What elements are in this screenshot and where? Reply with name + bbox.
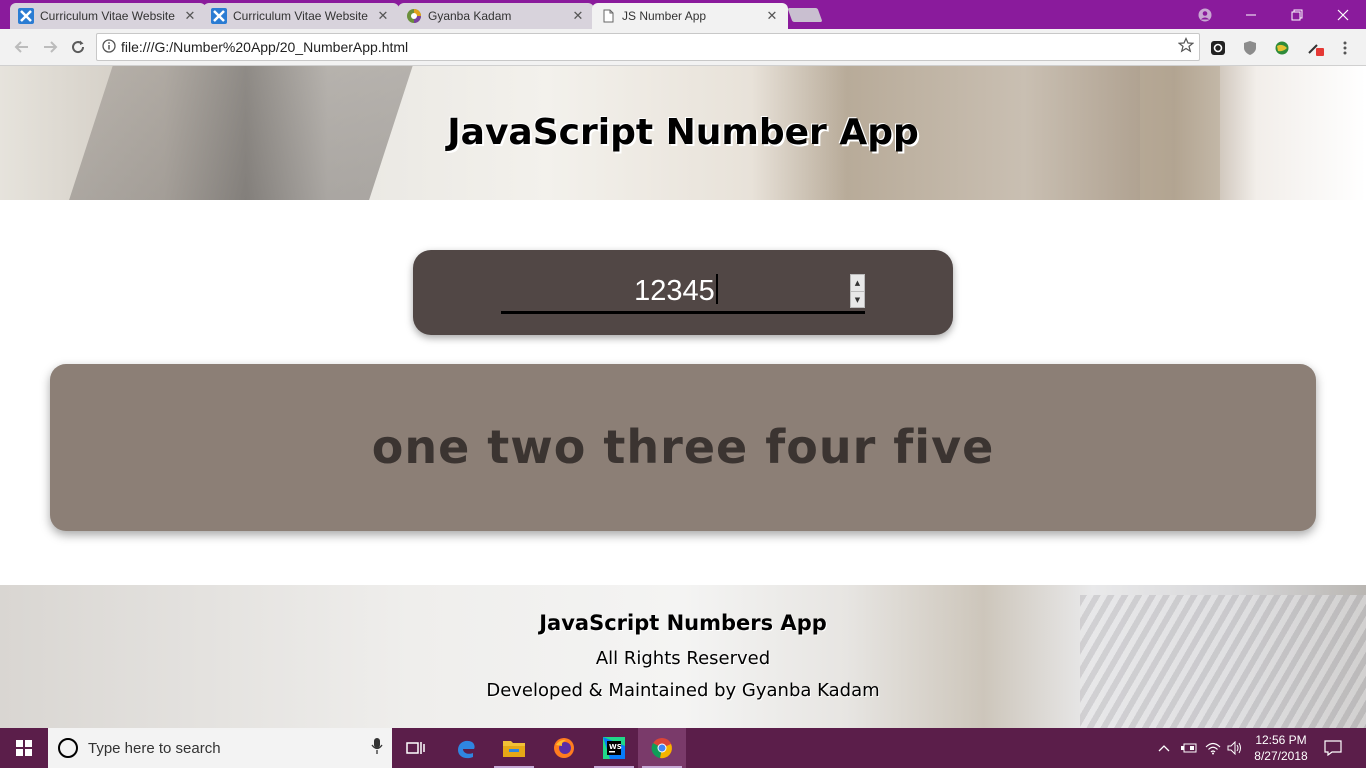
minimize-icon[interactable]: [1228, 0, 1274, 29]
footer-credit: Developed & Maintained by Gyanba Kadam: [486, 680, 880, 701]
clock-date: 8/27/2018: [1254, 749, 1308, 763]
firefox-icon[interactable]: [540, 728, 588, 768]
footer: JavaScript Numbers App All Rights Reserv…: [0, 585, 1366, 728]
number-in-words: one two three four five: [371, 420, 995, 474]
webstorm-icon[interactable]: WS: [590, 728, 638, 768]
menu-dots-icon[interactable]: [1335, 38, 1355, 58]
address-bar[interactable]: file:///G:/Number%20App/20_NumberApp.htm…: [96, 33, 1200, 61]
close-window-icon[interactable]: [1320, 0, 1366, 29]
x-logo-icon: [211, 8, 227, 24]
start-button[interactable]: [0, 728, 48, 768]
show-hidden-icons-icon[interactable]: [1154, 728, 1174, 768]
back-arrow-icon[interactable]: [10, 35, 34, 59]
text-caret: [715, 274, 718, 304]
number-spinner[interactable]: ▲ ▼: [850, 274, 865, 308]
tab-js-number-app[interactable]: JS Number App ✕: [592, 3, 788, 29]
task-view-icon[interactable]: [392, 728, 440, 768]
number-input-value: 12345: [634, 275, 715, 307]
page-title: JavaScript Number App: [447, 112, 919, 153]
globe-extension-icon[interactable]: [1272, 38, 1292, 58]
page-icon: [600, 8, 616, 24]
page-viewport: JavaScript Number App 12345 ▲ ▼ one two …: [0, 66, 1366, 728]
url-text[interactable]: file:///G:/Number%20App/20_NumberApp.htm…: [121, 39, 1173, 55]
tab-title: Gyanba Kadam: [428, 9, 512, 23]
battery-icon[interactable]: [1178, 728, 1200, 768]
tab-curriculum-vitae-2[interactable]: Curriculum Vitae Website ✕: [203, 3, 399, 29]
close-tab-icon[interactable]: ✕: [375, 8, 391, 24]
x-logo-icon: [18, 8, 34, 24]
eyedropper-extension-icon[interactable]: [1305, 38, 1325, 58]
tab-curriculum-vitae-1[interactable]: Curriculum Vitae Website ✕: [10, 3, 206, 29]
colorful-circle-icon: [406, 8, 422, 24]
cortana-icon: [58, 738, 78, 758]
tab-title: Curriculum Vitae Website: [233, 9, 368, 23]
close-tab-icon[interactable]: ✕: [764, 8, 780, 24]
clock-time: 12:56 PM: [1255, 733, 1307, 747]
tab-gyanba-kadam[interactable]: Gyanba Kadam ✕: [398, 3, 594, 29]
spinner-down-icon[interactable]: ▼: [851, 291, 864, 308]
spinner-up-icon[interactable]: ▲: [851, 275, 864, 291]
windows-logo-icon: [16, 740, 32, 756]
bookmark-star-icon[interactable]: [1173, 37, 1199, 57]
taskbar-search-box[interactable]: Type here to search: [48, 728, 392, 768]
footer-rights: All Rights Reserved: [595, 648, 771, 669]
windows-taskbar: Type here to search WS 12:56 PM 8/27/201…: [0, 728, 1366, 768]
output-card: one two three four five: [50, 364, 1316, 531]
close-tab-icon[interactable]: ✕: [182, 8, 198, 24]
restore-icon[interactable]: [1274, 0, 1320, 29]
extension-icon[interactable]: [1208, 38, 1228, 58]
action-center-icon[interactable]: [1318, 728, 1348, 768]
forward-arrow-icon[interactable]: [38, 35, 62, 59]
browser-toolbar: file:///G:/Number%20App/20_NumberApp.htm…: [0, 29, 1366, 66]
shield-icon[interactable]: [1240, 38, 1260, 58]
reload-icon[interactable]: [66, 35, 90, 59]
info-icon[interactable]: [97, 38, 121, 56]
system-clock[interactable]: 12:56 PM 8/27/2018: [1246, 732, 1316, 764]
wifi-icon[interactable]: [1202, 728, 1224, 768]
file-explorer-icon[interactable]: [490, 728, 538, 768]
close-tab-icon[interactable]: ✕: [570, 8, 586, 24]
header-banner: JavaScript Number App: [0, 66, 1366, 200]
edge-browser-icon[interactable]: [442, 728, 490, 768]
new-tab-button[interactable]: [787, 8, 823, 22]
microphone-icon[interactable]: [362, 737, 392, 759]
tab-title: Curriculum Vitae Website: [40, 9, 175, 23]
browser-tab-strip: Curriculum Vitae Website ✕ Curriculum Vi…: [0, 0, 1366, 29]
svg-text:WS: WS: [609, 743, 622, 751]
volume-icon[interactable]: [1224, 728, 1246, 768]
footer-title: JavaScript Numbers App: [539, 611, 827, 635]
profile-icon[interactable]: [1182, 0, 1228, 29]
tab-title: JS Number App: [622, 9, 707, 23]
number-input[interactable]: 12345 ▲ ▼: [501, 272, 865, 314]
number-input-card: 12345 ▲ ▼: [413, 250, 953, 335]
search-placeholder: Type here to search: [88, 739, 221, 757]
chrome-icon[interactable]: [638, 728, 686, 768]
